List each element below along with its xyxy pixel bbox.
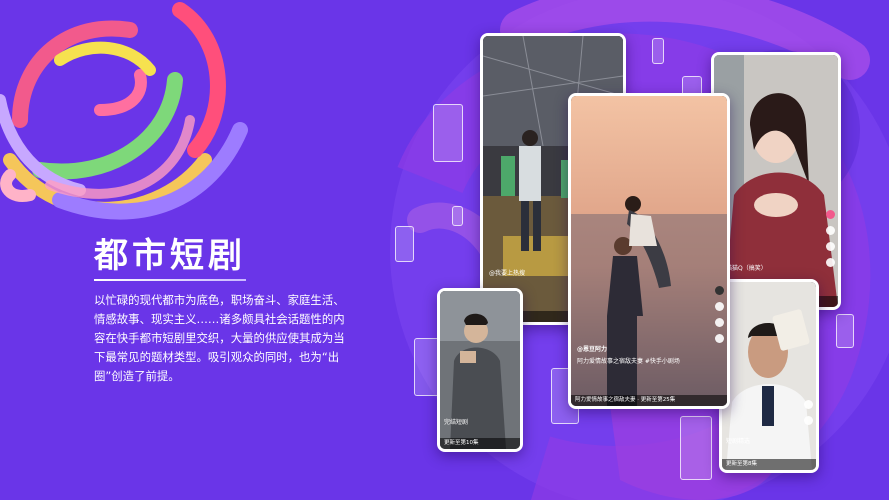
comment-icon[interactable] xyxy=(804,416,813,425)
title-underline xyxy=(94,279,246,281)
page-title: 都市短剧 xyxy=(94,236,246,276)
share-icon[interactable] xyxy=(826,258,835,267)
decorative-rect xyxy=(836,314,854,348)
video-caption: 短剧精选 xyxy=(726,438,751,445)
heart-icon[interactable] xyxy=(715,302,724,311)
video-action-column xyxy=(804,400,813,425)
episode-bar: 更新至第8集 xyxy=(722,459,816,470)
heart-icon[interactable] xyxy=(826,226,835,235)
video-caption: 阿力爱情故事之宿敌夫妻 #快手小剧场 xyxy=(577,358,680,365)
description-text: 以忙碌的现代都市为底色，职场奋斗、家庭生活、情感故事、现实主义……诸多颇具社会话… xyxy=(94,293,345,383)
avatar xyxy=(715,286,724,295)
episode-bar: 更新至第10集 xyxy=(440,438,520,449)
decorative-rect xyxy=(433,104,463,162)
avatar xyxy=(826,210,835,219)
video-action-column xyxy=(826,210,835,267)
decorative-rect xyxy=(452,206,463,226)
phone-screenshot-woman: @猫猫Q（搞笑） 短剧更新中 xyxy=(711,52,841,310)
decorative-rect xyxy=(680,416,712,480)
phone-screenshot-man: 完结短剧 更新至第10集 xyxy=(437,288,523,452)
comment-icon[interactable] xyxy=(826,242,835,251)
heart-icon[interactable] xyxy=(804,400,813,409)
comment-icon[interactable] xyxy=(715,318,724,327)
share-icon[interactable] xyxy=(715,334,724,343)
decorative-rect xyxy=(652,38,664,64)
decorative-rect xyxy=(395,226,414,262)
phone-screenshot-photo: 短剧精选 更新至第8集 xyxy=(719,279,819,473)
episode-bar: 阿力爱情故事之宿敌夫妻 · 更新至第25集 xyxy=(571,395,727,406)
video-action-column xyxy=(715,286,724,343)
video-caption: @我要上热搜 xyxy=(489,270,526,277)
author-handle: @恩豆阿力 xyxy=(577,346,608,353)
video-caption: 完结短剧 xyxy=(444,419,469,426)
phone-screenshot-couple: @恩豆阿力 阿力爱情故事之宿敌夫妻 #快手小剧场 阿力爱情故事之宿敌夫妻 · 更… xyxy=(568,93,730,409)
